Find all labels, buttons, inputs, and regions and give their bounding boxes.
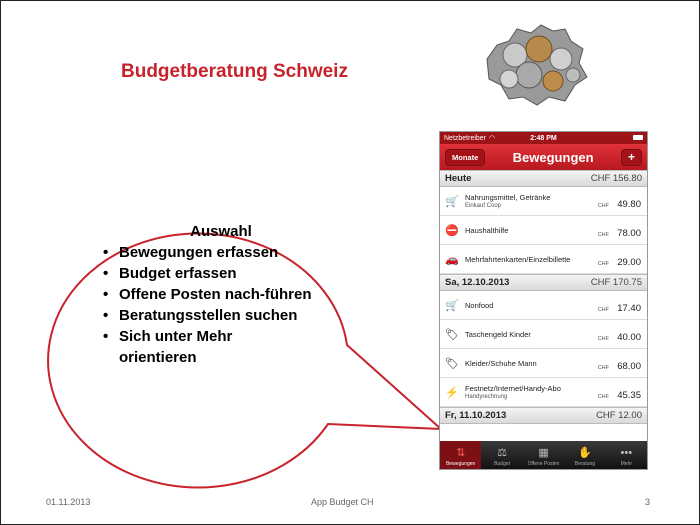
callout-text: Auswahl Bewegungen erfassen Budget erfas… [101, 223, 351, 368]
phone-screenshot: Netzbetreiber ◠ 2:48 PM Monate Bewegunge… [439, 131, 648, 470]
callout-heading: Auswahl [190, 223, 252, 240]
car-icon: 🚗 [445, 253, 459, 266]
item-label: Taschengeld Kinder [465, 329, 531, 339]
footer-title: App Budget CH [311, 497, 374, 507]
tab-label: Bewegungen [446, 461, 476, 467]
slide: Budgetberatung Schweiz Netzbetreiber ◠ 2… [0, 0, 700, 525]
cart-icon: 🛒 [445, 299, 459, 312]
list-item[interactable]: ⛔ Haushalthilfe CHF 78.00 [440, 216, 647, 245]
list-item[interactable]: 🛒 Nonfood CHF 17.40 [440, 291, 647, 320]
item-amount: 49.80 [617, 199, 641, 210]
tab-label: Offene Posten [527, 461, 560, 467]
item-currency: CHF [597, 307, 609, 313]
item-label: Haushalthilfe [465, 225, 509, 235]
section-total: CHF 12.00 [596, 410, 642, 421]
section-date: Heute [445, 173, 472, 184]
item-amount: 17.40 [617, 303, 641, 314]
slide-title: Budgetberatung Schweiz [121, 61, 348, 82]
section-date: Sa, 12.10.2013 [445, 277, 510, 288]
list-item: Budget erfassen [103, 263, 351, 284]
tab-label: Mehr [620, 461, 633, 467]
item-amount: 29.00 [617, 257, 641, 268]
handshake-icon: ✋ [578, 447, 592, 459]
list-item[interactable]: 🛒 Nahrungsmittel, Getränke Einkauf Coop C… [440, 187, 647, 216]
page-number: 3 [645, 497, 651, 507]
section-header: Fr, 11.10.2013 CHF 12.00 [440, 407, 647, 424]
item-label: Nonfood [465, 300, 494, 310]
item-amount: 45.35 [617, 390, 641, 401]
section-total: CHF 156.80 [590, 173, 642, 184]
section-date: Fr, 11.10.2013 [445, 410, 507, 421]
swiss-coins-logo-icon [486, 24, 588, 106]
tab-budget[interactable]: ⚖ Budget [481, 441, 522, 469]
tab-mehr[interactable]: ••• Mehr [606, 441, 647, 469]
item-amount: 78.00 [617, 228, 641, 239]
item-sub: Handyrechnung [465, 394, 508, 400]
cart-icon: 🛒 [445, 195, 459, 208]
months-button[interactable]: Monate [445, 148, 486, 166]
tab-label: Budget [494, 461, 511, 467]
list-item: Beratungsstellen suchen [103, 305, 309, 326]
tab-beratung[interactable]: ✋ Beratung [564, 441, 605, 469]
item-label: Festnetz/Internet/Handy-Abo [465, 384, 561, 393]
scale-icon: ⚖ [497, 447, 508, 459]
item-label: Mehrfahrtenkarten/Einzelbillette [465, 254, 571, 264]
callout-list: Bewegungen erfassen Budget erfassen Offe… [101, 242, 351, 368]
list-item: Offene Posten nach-führen [103, 284, 319, 305]
calendar-icon: ▦ [538, 447, 549, 459]
item-currency: CHF [597, 365, 609, 371]
list-item[interactable]: 🏷 Taschengeld Kinder CHF 40.00 [440, 320, 647, 349]
item-sub: Einkauf Coop [465, 203, 502, 209]
item-label: Kleider/Schuhe Mann [465, 358, 537, 368]
item-currency: CHF [597, 336, 609, 342]
more-icon: ••• [620, 447, 633, 459]
tab-bewegungen[interactable]: ⇅ Bewegungen [440, 441, 482, 469]
status-time: 2:48 PM [530, 134, 557, 142]
add-button[interactable]: + [620, 148, 642, 166]
tab-label: Beratung [574, 461, 596, 467]
list-item: Bewegungen erfassen [103, 242, 351, 263]
tab-offene-posten[interactable]: ▦ Offene Posten [523, 441, 564, 469]
nav-title: Bewegungen [512, 149, 594, 165]
item-amount: 68.00 [617, 361, 641, 372]
item-currency: CHF [597, 261, 609, 267]
item-currency: CHF [597, 203, 609, 209]
transfer-icon: ⇅ [456, 447, 466, 459]
list-item: Sich unter Mehr orientieren [103, 326, 289, 368]
section-total: CHF 170.75 [590, 277, 642, 288]
tab-bar: ⇅ Bewegungen ⚖ Budget ▦ Offene Posten ✋ … [440, 441, 647, 469]
section-header: Sa, 12.10.2013 CHF 170.75 [440, 274, 647, 291]
no-entry-icon: ⛔ [445, 224, 459, 237]
item-currency: CHF [597, 394, 609, 400]
section-header: Heute CHF 156.80 [440, 170, 647, 187]
battery-icon [633, 135, 643, 140]
nav-bar: Monate Bewegungen + [440, 144, 647, 170]
item-amount: 40.00 [617, 332, 641, 343]
tag-icon: 🏷 [445, 357, 459, 370]
list-item[interactable]: 🏷 Kleider/Schuhe Mann CHF 68.00 [440, 349, 647, 378]
list-item[interactable]: ⚡ Festnetz/Internet/Handy-Abo Handyrechnu… [440, 378, 647, 407]
list-item[interactable]: 🚗 Mehrfahrtenkarten/Einzelbillette CHF 2… [440, 245, 647, 274]
status-bar: Netzbetreiber ◠ 2:48 PM [440, 132, 647, 144]
item-currency: CHF [597, 232, 609, 238]
tag-icon: 🏷 [445, 328, 459, 341]
footer-date: 01.11.2013 [46, 497, 91, 507]
item-label: Nahrungsmittel, Getränke [465, 193, 551, 202]
lightning-icon: ⚡ [445, 386, 459, 399]
